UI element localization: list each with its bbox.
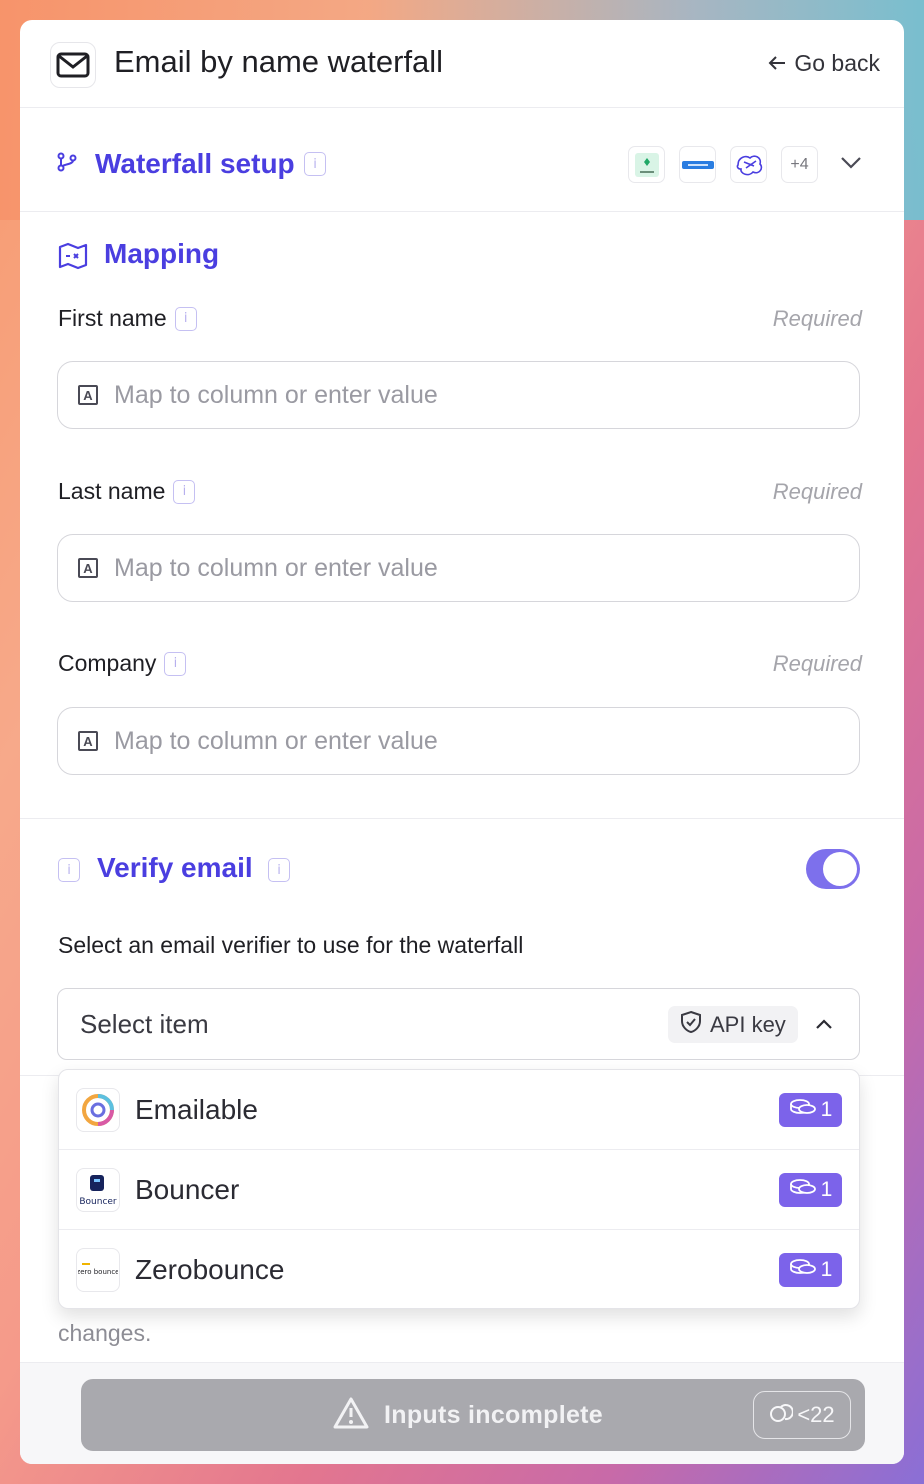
api-key-chip[interactable]: API key — [668, 1006, 798, 1043]
company-label: Company i — [58, 650, 187, 677]
map-icon — [58, 242, 88, 275]
verifier-option-zerobounce[interactable]: zero bounce Zerobounce 1 — [59, 1230, 859, 1308]
mail-icon — [50, 42, 96, 88]
info-icon[interactable]: i — [58, 858, 80, 882]
mapping-title: Mapping — [104, 238, 220, 269]
verify-email-title: Verify email — [97, 852, 253, 883]
cta-label: Inputs incomplete — [384, 1401, 604, 1429]
panel-header: Email by name waterfall Go back — [20, 20, 904, 108]
verifier-select[interactable]: Select item API key — [57, 988, 860, 1060]
option-name: Zerobounce — [135, 1254, 285, 1285]
coins-icon — [789, 1097, 817, 1123]
info-icon[interactable]: i — [174, 306, 197, 331]
info-icon[interactable]: i — [268, 858, 290, 882]
required-label: Required — [772, 651, 862, 676]
last-name-label: Last name i — [58, 478, 196, 505]
info-icon[interactable]: i — [173, 479, 196, 504]
chevron-up-icon[interactable] — [815, 1017, 833, 1035]
first-name-label: First name i — [58, 305, 197, 332]
go-back-label: Go back — [794, 50, 880, 76]
verifier-option-bouncer[interactable]: Bouncer Bouncer 1 — [59, 1150, 859, 1230]
coins-icon — [789, 1177, 817, 1203]
select-placeholder: Select item — [80, 1009, 209, 1039]
section-divider — [20, 818, 904, 819]
more-providers-badge[interactable]: +4 — [781, 146, 818, 183]
required-label: Required — [772, 306, 862, 331]
verify-description: Select an email verifier to use for the … — [58, 932, 524, 958]
svg-text:zero bounce: zero bounce — [78, 1268, 118, 1276]
credit-cost: 1 — [820, 1098, 833, 1121]
info-icon[interactable]: i — [304, 152, 326, 176]
zerobounce-logo: zero bounce — [76, 1248, 120, 1292]
credits-icon — [769, 1401, 795, 1429]
warning-icon — [333, 1396, 369, 1435]
api-key-label: API key — [710, 1011, 786, 1037]
credit-cost: 1 — [820, 1258, 833, 1281]
input-placeholder: Map to column or enter value — [114, 380, 438, 409]
field-label-text: First name — [58, 305, 167, 331]
verify-email-toggle[interactable] — [806, 849, 860, 889]
provider-logo-green — [628, 146, 665, 183]
page-title: Email by name waterfall — [114, 44, 444, 79]
chevron-down-icon[interactable] — [840, 156, 862, 175]
bouncer-logo: Bouncer — [76, 1168, 120, 1212]
provider-logo-brain — [730, 146, 767, 183]
inputs-incomplete-button[interactable]: Inputs incomplete <22 — [81, 1379, 865, 1451]
company-input[interactable]: A Map to column or enter value — [57, 707, 860, 775]
last-name-input[interactable]: A Map to column or enter value — [57, 534, 860, 602]
branch-icon — [56, 152, 78, 177]
credits-chip: <22 — [753, 1391, 851, 1439]
input-placeholder: Map to column or enter value — [114, 553, 438, 582]
credit-cost-badge: 1 — [779, 1173, 842, 1207]
credit-cost: 1 — [820, 1178, 833, 1201]
input-placeholder: Map to column or enter value — [114, 726, 438, 755]
toggle-knob — [823, 852, 857, 886]
credits-value: <22 — [797, 1402, 835, 1427]
first-name-input[interactable]: A Map to column or enter value — [57, 361, 860, 429]
option-name: Emailable — [135, 1094, 258, 1125]
info-icon[interactable]: i — [164, 651, 187, 676]
credit-cost-badge: 1 — [779, 1253, 842, 1287]
field-label-text: Company — [58, 650, 157, 676]
waterfall-setup-section[interactable]: Waterfall setup i +4 — [20, 108, 904, 212]
svg-text:Bouncer: Bouncer — [79, 1197, 117, 1207]
shield-check-icon — [680, 1010, 702, 1040]
waterfall-setup-title: Waterfall setup — [95, 148, 295, 179]
required-label: Required — [772, 479, 862, 504]
option-name: Bouncer — [135, 1174, 240, 1205]
coins-icon — [789, 1257, 817, 1283]
text-column-icon: A — [78, 385, 98, 405]
field-label-text: Last name — [58, 478, 166, 504]
helper-text: changes. — [58, 1320, 152, 1346]
provider-logo-blue — [679, 146, 716, 183]
arrow-left-icon — [768, 50, 786, 77]
emailable-logo — [76, 1088, 120, 1132]
text-column-icon: A — [78, 731, 98, 751]
verifier-dropdown: Emailable 1 Bouncer Bouncer 1 zero bounc… — [58, 1069, 860, 1309]
provider-logos: +4 — [628, 146, 818, 183]
go-back-button[interactable]: Go back — [768, 50, 880, 77]
credit-cost-badge: 1 — [779, 1093, 842, 1127]
verifier-option-emailable[interactable]: Emailable 1 — [59, 1070, 859, 1150]
text-column-icon: A — [78, 558, 98, 578]
